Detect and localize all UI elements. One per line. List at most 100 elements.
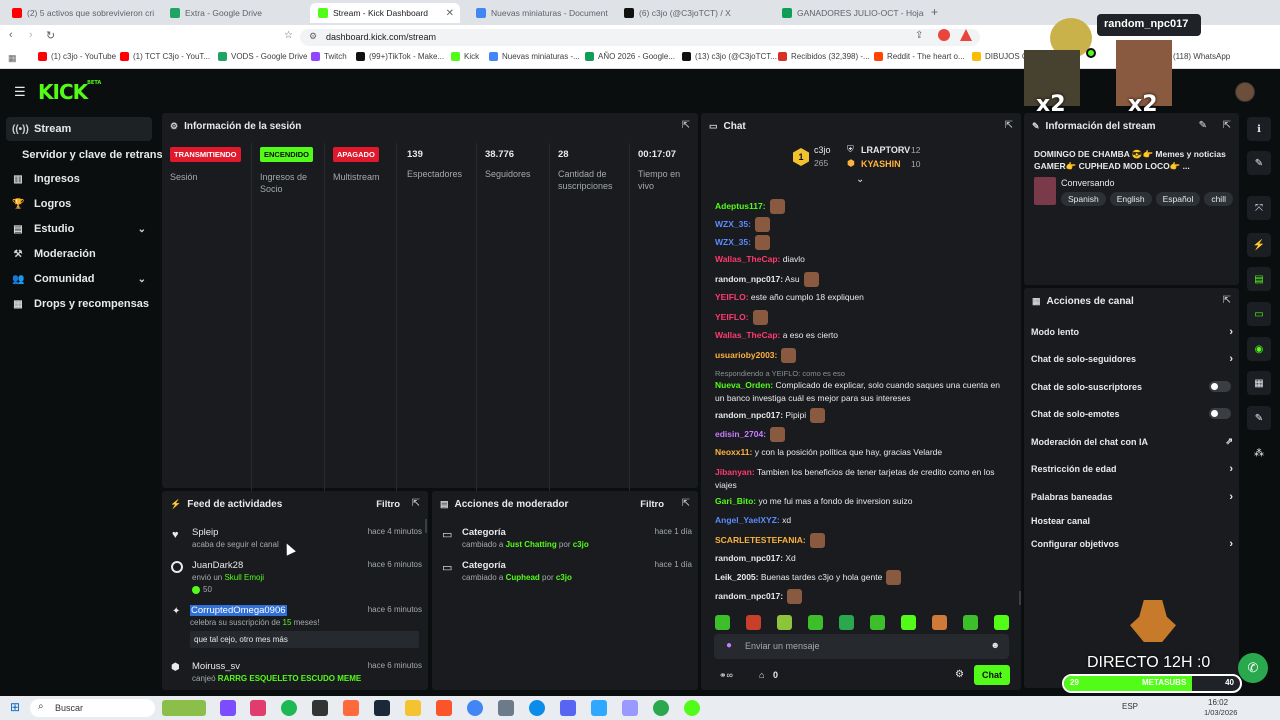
action-banned-words[interactable]: Palabras baneadas ›: [1031, 491, 1233, 503]
chat-username[interactable]: YEIFLO:: [715, 312, 749, 322]
sidebar-item-server-key[interactable]: Servidor y clave de retransmisión: [16, 143, 162, 167]
action-host-channel[interactable]: Hostear canal: [1031, 516, 1231, 526]
app-icon[interactable]: [250, 700, 266, 716]
action-ai-moderation[interactable]: Moderación del chat con IA ⇗: [1031, 436, 1233, 447]
tag[interactable]: Español: [1155, 192, 1201, 206]
bookmark[interactable]: Kick: [451, 52, 479, 61]
bookmark[interactable]: Reddit - The heart o...: [874, 52, 965, 61]
browser-tab[interactable]: (6) c3jo (@C3joTCT) / X: [616, 3, 766, 23]
chat-username[interactable]: edisin_2704:: [715, 429, 766, 439]
emote[interactable]: [715, 615, 730, 630]
browser-tab[interactable]: (2) 5 activos que sobrevivieron crisis: [4, 3, 154, 23]
bookmark[interactable]: Twitch: [311, 52, 347, 61]
premiere-icon[interactable]: [622, 700, 638, 716]
app-icon[interactable]: [684, 700, 700, 716]
bookmark[interactable]: (1) c3jo - YouTube: [38, 52, 116, 61]
app-icon[interactable]: [653, 700, 669, 716]
chat-username[interactable]: Neoxx11:: [715, 447, 752, 457]
emote[interactable]: [901, 615, 916, 630]
points-icon[interactable]: ⚭∞: [719, 670, 733, 681]
chat-username[interactable]: Nueva_Orden:: [715, 380, 773, 390]
chat-input[interactable]: ● Enviar un mensaje ☻: [714, 634, 1009, 659]
popout-icon[interactable]: ⇱: [412, 498, 420, 509]
tag[interactable]: chill: [1204, 192, 1233, 206]
apps-icon[interactable]: ▦: [8, 53, 17, 64]
back-icon[interactable]: ‹: [9, 29, 13, 41]
scrollbar[interactable]: [1019, 591, 1021, 605]
subscribers-only-toggle[interactable]: [1209, 381, 1231, 392]
mod-actions-icon[interactable]: ▦: [1247, 371, 1271, 395]
chat-username[interactable]: Wallas_TheCap:: [715, 254, 780, 264]
sidebar-item-estudio[interactable]: ▤ Estudio ⌄: [6, 217, 152, 241]
browser-tab[interactable]: Extra - Google Drive: [162, 3, 302, 23]
tag[interactable]: English: [1109, 192, 1152, 206]
action-age-restriction[interactable]: Restricción de edad ›: [1031, 463, 1233, 475]
site-info-icon[interactable]: ⚙: [309, 31, 317, 42]
chat-username[interactable]: random_npc017:: [715, 553, 783, 563]
chat-username[interactable]: WZX_35:: [715, 237, 751, 247]
emote[interactable]: [994, 615, 1009, 630]
emoji-icon[interactable]: ☻: [991, 640, 1000, 650]
wrench-icon[interactable]: ✎: [1247, 406, 1271, 430]
fullscreen-icon[interactable]: ⤧: [1247, 196, 1271, 220]
popout-icon[interactable]: ⇱: [1005, 120, 1013, 131]
edge-icon[interactable]: [529, 700, 545, 716]
brave-icon[interactable]: [436, 700, 452, 716]
chrome-icon[interactable]: [467, 700, 483, 716]
user-avatar[interactable]: [1235, 82, 1255, 102]
chat-username[interactable]: YEIFLO:: [715, 292, 749, 302]
bookmark[interactable]: Nuevas miniaturas -...: [489, 52, 580, 61]
extension-icon[interactable]: [938, 29, 950, 41]
chat-username[interactable]: random_npc017:: [715, 410, 783, 420]
photoshop-icon[interactable]: [591, 700, 607, 716]
popout-icon[interactable]: ⇱: [1223, 120, 1231, 131]
kick-logo[interactable]: KICKBETA: [38, 80, 101, 104]
reload-icon[interactable]: ↻: [46, 29, 55, 42]
emote[interactable]: [963, 615, 978, 630]
emotes-only-toggle[interactable]: [1209, 408, 1231, 419]
url-bar[interactable]: dashboard.kick.com/stream: [300, 29, 980, 46]
chat-username[interactable]: Wallas_TheCap:: [715, 330, 780, 340]
new-tab-button[interactable]: +: [931, 5, 938, 19]
sidebar-item-comunidad[interactable]: 👥 Comunidad ⌄: [6, 267, 152, 291]
send-chat-button[interactable]: Chat: [974, 665, 1010, 685]
bookmark[interactable]: (1) TCT C3jo - YouT...: [120, 52, 210, 61]
bookmark[interactable]: (99+)TikTok - Make...: [356, 52, 444, 61]
emote[interactable]: [746, 615, 761, 630]
sidebar-item-ingresos[interactable]: ▥ Ingresos: [6, 167, 152, 191]
popout-icon[interactable]: ⇱: [1223, 295, 1231, 306]
chat-username[interactable]: Gari_Bito:: [715, 496, 756, 506]
scrollbar[interactable]: [425, 519, 427, 533]
chat-username[interactable]: usuarioby2003:: [715, 350, 777, 360]
windows-icon[interactable]: ⊞: [10, 700, 20, 714]
sidebar-item-drops[interactable]: ▦ Drops y recompensas: [6, 292, 152, 316]
emote[interactable]: [839, 615, 854, 630]
settings-icon[interactable]: ⚙: [955, 669, 964, 680]
forward-icon[interactable]: ›: [29, 29, 33, 41]
store-icon[interactable]: ⌂: [759, 670, 764, 680]
bolt-icon[interactable]: ⚡: [1247, 233, 1271, 257]
folder-icon[interactable]: [405, 700, 421, 716]
spotify-icon[interactable]: [281, 700, 297, 716]
chat-username[interactable]: random_npc017:: [715, 274, 783, 284]
browser-tab[interactable]: Nuevas miniaturas - Documentos de: [468, 3, 608, 23]
expand-leaderboard-icon[interactable]: ⌄: [856, 174, 864, 185]
category-name[interactable]: Conversando: [1061, 178, 1115, 188]
bookmark[interactable]: VODS - Google Drive: [218, 52, 307, 61]
emote[interactable]: [932, 615, 947, 630]
filter-button[interactable]: Filtro: [640, 499, 664, 510]
emote[interactable]: [777, 615, 792, 630]
chat-username[interactable]: Jibanyan:: [715, 467, 755, 477]
sidebar-item-moderacion[interactable]: ⚒ Moderación: [6, 242, 152, 266]
copilot-icon[interactable]: [220, 700, 236, 716]
chat-username[interactable]: random_npc017:: [715, 591, 783, 601]
emote[interactable]: [870, 615, 885, 630]
taskbar-search[interactable]: ⌕ Buscar: [30, 699, 155, 717]
share-icon[interactable]: ⇪: [915, 30, 923, 41]
menu-icon[interactable]: ☰: [14, 84, 26, 100]
bookmark-star-icon[interactable]: ☆: [284, 30, 293, 41]
sidebar-item-logros[interactable]: 🏆 Logros: [6, 192, 152, 216]
list-icon[interactable]: ▤: [1247, 267, 1271, 291]
bookmark[interactable]: AÑO 2026 - Google...: [585, 52, 675, 61]
browser-tab-active[interactable]: Stream - Kick Dashboard ✕: [310, 3, 460, 23]
